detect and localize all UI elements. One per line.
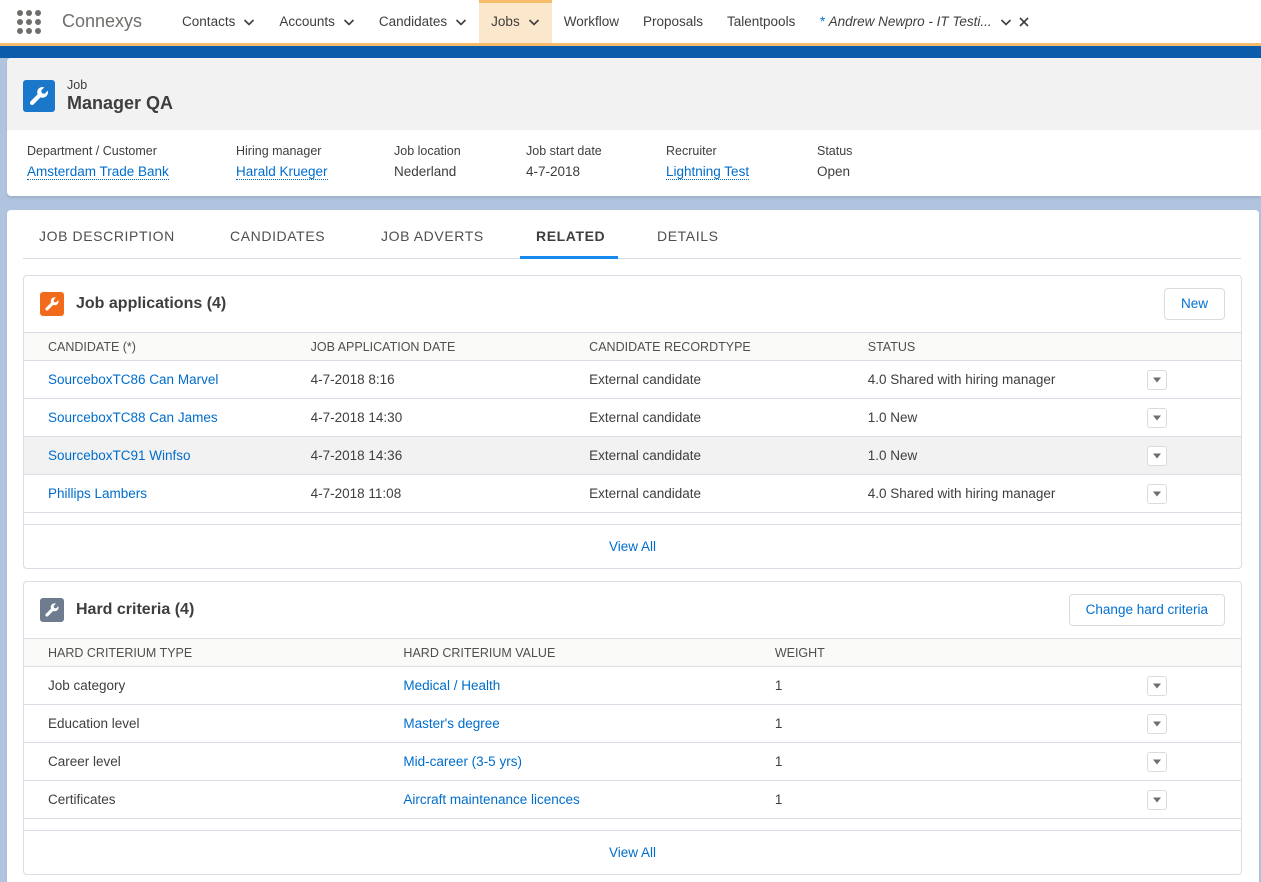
wrench-icon [40,598,64,622]
criterium-value-link[interactable]: Aircraft maintenance licences [379,780,751,819]
record-type: Job [67,78,88,92]
change-hard-criteria-button[interactable]: Change hard criteria [1068,594,1225,626]
view-all-link[interactable]: View All [24,525,1241,569]
table-row: Certificates Aircraft maintenance licenc… [24,780,1241,819]
nav-item-accounts[interactable]: Accounts [267,0,367,43]
column-header[interactable]: CANDIDATE (*) [24,332,287,361]
nav-item-candidates[interactable]: Candidates [367,0,479,43]
recruiter-link[interactable]: Lightning Test [666,164,750,180]
table-row: SourceboxTC86 Can Marvel 4-7-2018 8:16 E… [24,360,1241,399]
tab-related[interactable]: RELATED [520,210,618,259]
caret-down-icon [1153,453,1162,458]
related-list-title[interactable]: Hard criteria (4) [76,601,194,619]
row-actions-button[interactable] [1147,751,1168,772]
job-applications-table: CANDIDATE (*) JOB APPLICATION DATE CANDI… [24,332,1241,513]
hard-criteria-table: HARD CRITERIUM TYPE HARD CRITERIUM VALUE… [24,638,1241,819]
table-row: SourceboxTC88 Can James 4-7-2018 14:30 E… [24,398,1241,437]
criterium-value-link[interactable]: Medical / Health [379,666,751,705]
record-name: Manager QA [67,93,174,113]
record-title-bar: Job Manager QA [7,58,1261,130]
table-row: Education level Master's degree 1 [24,704,1241,743]
field-status: Status Open [817,144,853,179]
global-nav: Connexys Contacts Accounts Candidates Jo… [0,0,1261,46]
app-name: Connexys [62,11,143,31]
related-list-hard-criteria: Hard criteria (4) Change hard criteria H… [23,581,1242,875]
column-header[interactable]: HARD CRITERIUM VALUE [379,638,751,667]
candidate-link[interactable]: Phillips Lambers [24,474,287,513]
table-row: Career level Mid-career (3-5 yrs) 1 [24,742,1241,781]
column-header[interactable]: CANDIDATE RECORDTYPE [565,332,844,361]
field-hiring-manager: Hiring manager Harald Krueger [236,144,328,180]
column-header[interactable]: HARD CRITERIUM TYPE [24,638,380,667]
view-all-link[interactable]: View All [24,831,1241,875]
caret-down-icon [1153,491,1162,496]
row-actions-button[interactable] [1147,445,1168,466]
caret-down-icon [1153,759,1162,764]
header-band [0,46,1261,58]
related-list-header: Job applications (4) New [24,276,1241,332]
row-actions-button[interactable] [1147,483,1168,504]
field-department: Department / Customer Amsterdam Trade Ba… [27,144,169,180]
related-list-job-applications: Job applications (4) New CANDIDATE (*) J… [23,275,1242,569]
tab-details[interactable]: DETAILS [641,210,735,259]
chevron-down-icon[interactable] [1000,16,1012,28]
nav-item-talentpools[interactable]: Talentpools [715,0,807,43]
caret-down-icon [1153,683,1162,688]
row-actions-button[interactable] [1147,789,1168,810]
record-header: Job Manager QA Department / Customer Ams… [7,58,1261,196]
unsaved-marker: * [819,14,825,29]
subtab-label: Andrew Newpro - IT Testi... [828,14,992,29]
caret-down-icon [1153,797,1162,802]
close-icon[interactable] [1018,16,1030,28]
new-button[interactable]: New [1163,288,1225,320]
related-list-header: Hard criteria (4) Change hard criteria [24,582,1241,638]
criterium-value-link[interactable]: Master's degree [379,704,751,743]
field-recruiter: Recruiter Lightning Test [666,144,750,180]
nav-item-workflow[interactable]: Workflow [552,0,631,43]
chevron-down-icon[interactable] [343,16,355,28]
tab-job-description[interactable]: JOB DESCRIPTION [23,210,214,259]
criterium-value-link[interactable]: Mid-career (3-5 yrs) [379,742,751,781]
table-row: Phillips Lambers 4-7-2018 11:08 External… [24,474,1241,513]
candidate-link[interactable]: SourceboxTC86 Can Marvel [24,360,287,399]
nav-item-contacts[interactable]: Contacts [170,0,267,43]
row-actions-button[interactable] [1147,369,1168,390]
caret-down-icon [1153,721,1162,726]
column-header[interactable]: WEIGHT [750,638,1148,667]
table-row: SourceboxTC91 Winfso 4-7-2018 14:36 Exte… [24,436,1241,475]
caret-down-icon [1153,377,1162,382]
candidate-link[interactable]: SourceboxTC91 Winfso [24,436,287,475]
table-row: Job category Medical / Health 1 [24,666,1241,705]
caret-down-icon [1153,415,1162,420]
nav-subtab-record[interactable]: * Andrew Newpro - IT Testi... [807,0,1035,43]
record-body: JOB DESCRIPTION CANDIDATES JOB ADVERTS R… [7,210,1259,882]
row-actions-button[interactable] [1147,675,1168,696]
chevron-down-icon[interactable] [528,16,540,28]
app-launcher-icon[interactable] [17,9,41,34]
column-header[interactable]: JOB APPLICATION DATE [286,332,566,361]
row-actions-button[interactable] [1147,407,1168,428]
field-job-start-date: Job start date 4-7-2018 [526,144,602,179]
column-header[interactable]: STATUS [843,332,1148,361]
row-actions-button[interactable] [1147,713,1168,734]
nav-item-proposals[interactable]: Proposals [631,0,715,43]
field-job-location: Job location Nederland [394,144,461,179]
record-tabs: JOB DESCRIPTION CANDIDATES JOB ADVERTS R… [23,210,1241,259]
department-link[interactable]: Amsterdam Trade Bank [27,164,169,180]
chevron-down-icon[interactable] [455,16,467,28]
chevron-down-icon[interactable] [243,16,255,28]
tab-candidates[interactable]: CANDIDATES [214,210,365,259]
nav-item-jobs[interactable]: Jobs [479,0,552,43]
tab-job-adverts[interactable]: JOB ADVERTS [365,210,520,259]
related-list-title[interactable]: Job applications (4) [76,295,226,313]
candidate-link[interactable]: SourceboxTC88 Can James [24,398,287,437]
wrench-icon [40,292,64,316]
wrench-icon [23,80,55,112]
hiring-manager-link[interactable]: Harald Krueger [236,164,328,180]
highlights-panel: Department / Customer Amsterdam Trade Ba… [27,144,937,180]
